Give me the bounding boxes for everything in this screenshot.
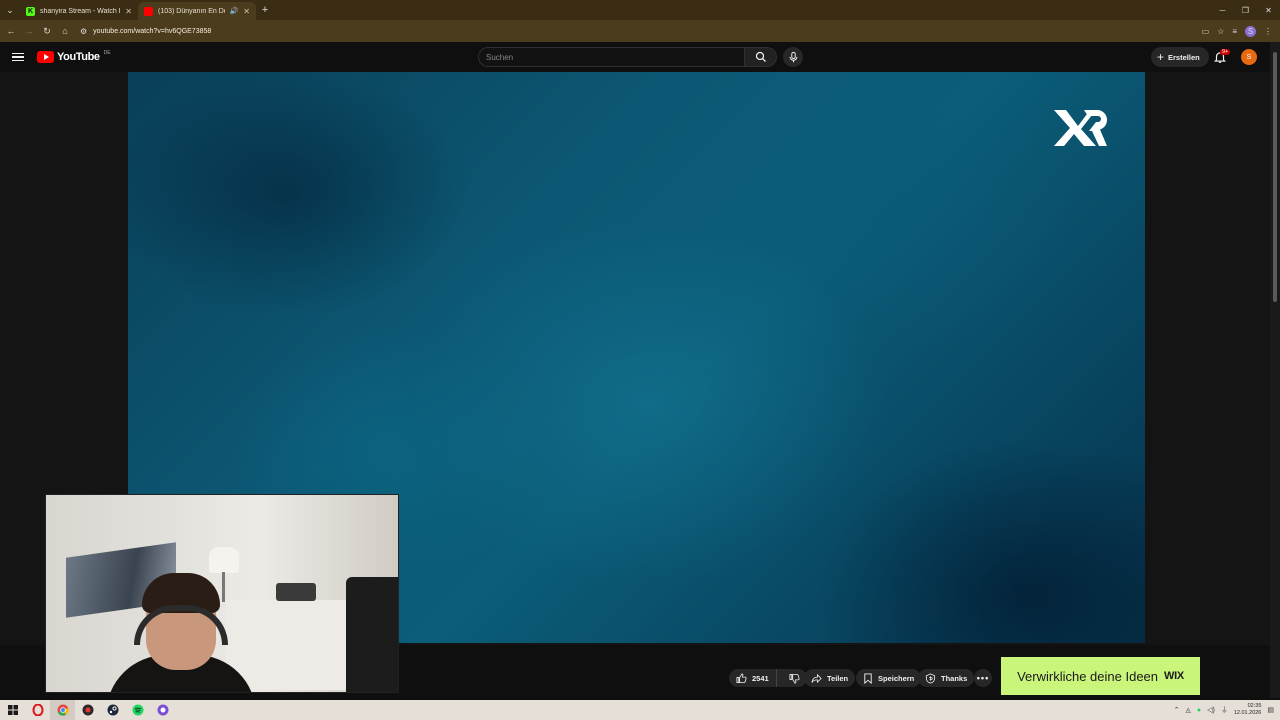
like-dislike-group: 2541 <box>729 669 807 687</box>
share-label: Teilen <box>827 673 849 683</box>
more-horizontal-icon: ••• <box>976 673 990 683</box>
steam-icon[interactable] <box>100 700 125 720</box>
tab-close-icon[interactable]: ✕ <box>243 7 250 16</box>
windows-taskbar: ⌃ ◬ ● ◁) ⏚ 02:35 12.01.2026 ▤ <box>0 700 1280 720</box>
webcam-shelf-items <box>276 583 316 601</box>
scrollbar-thumb[interactable] <box>1273 52 1277 302</box>
avatar[interactable]: S <box>1241 49 1257 65</box>
tab-youtube-video[interactable]: (103) Dünyanın En Derin N... 🔊 ✕ <box>138 2 256 20</box>
windows-start-icon[interactable] <box>0 700 25 720</box>
browser-tabstrip: ⌄ K shanyira Stream - Watch Live o ✕ (10… <box>0 0 1280 20</box>
youtube-play-icon <box>37 51 54 63</box>
url-text: youtube.com/watch?v=hv6QGE73858 <box>93 27 212 35</box>
thanks-button[interactable]: Thanks <box>918 669 975 687</box>
page-scrollbar[interactable] <box>1270 42 1280 698</box>
plus-icon: + <box>1157 50 1165 64</box>
system-tray: ⌃ ◬ ● ◁) ⏚ 02:35 12.01.2026 ▤ <box>1174 703 1280 717</box>
tab-search-icon[interactable]: ⌄ <box>0 0 20 20</box>
search-input[interactable] <box>478 47 745 67</box>
like-button[interactable]: 2541 <box>736 669 777 687</box>
clock-date: 12.01.2026 <box>1233 710 1262 716</box>
webcam-overlay <box>45 494 399 693</box>
browser-toolbar: ← → ↻ ⌂ ⚙ youtube.com/watch?v=hv6QGE7385… <box>0 20 1280 42</box>
dislike-button[interactable] <box>782 669 807 687</box>
volume-icon[interactable]: ◁) <box>1207 706 1215 714</box>
thumbs-up-icon <box>736 673 747 683</box>
forward-icon[interactable]: → <box>22 26 36 36</box>
like-count: 2541 <box>752 673 769 683</box>
youtube-logo[interactable]: YouTube DE <box>37 50 111 63</box>
extensions-icon[interactable]: ≡ <box>1232 27 1237 36</box>
audio-playing-icon[interactable]: 🔊 <box>230 7 239 15</box>
tab-title: shanyira Stream - Watch Live o <box>40 7 120 15</box>
new-tab-button[interactable]: + <box>256 4 274 16</box>
cast-icon[interactable]: ▭ <box>1202 27 1210 36</box>
webcam-lamp-stem <box>222 572 225 602</box>
thanks-label: Thanks <box>941 673 968 683</box>
browser-menu-icon[interactable]: ⋮ <box>1264 27 1272 36</box>
bookmark-star-icon[interactable]: ☆ <box>1217 27 1224 36</box>
save-button[interactable]: Speichern <box>856 669 922 687</box>
share-arrow-icon <box>811 673 822 683</box>
microphone-icon <box>789 51 797 62</box>
app-icon[interactable] <box>75 700 100 720</box>
search-box <box>478 47 803 67</box>
clock-time: 02:35 <box>1247 703 1262 709</box>
chrome-icon[interactable] <box>50 700 75 720</box>
search-button[interactable] <box>745 47 777 67</box>
thumbs-down-icon <box>789 673 800 683</box>
search-icon <box>755 51 766 62</box>
bookmark-icon <box>864 672 872 684</box>
create-button[interactable]: + Erstellen <box>1151 47 1209 67</box>
menu-icon[interactable] <box>12 52 24 62</box>
close-window-icon[interactable]: ✕ <box>1257 6 1280 15</box>
address-bar[interactable]: ⚙ youtube.com/watch?v=hv6QGE73858 <box>76 23 1198 39</box>
notification-badge: 9+ <box>1220 49 1231 55</box>
youtube-header: YouTube DE + Erstellen 9+ S <box>0 42 1280 72</box>
browser-profile-icon[interactable]: S <box>1245 25 1256 37</box>
back-icon[interactable]: ← <box>4 26 18 36</box>
tab-title: (103) Dünyanın En Derin N... <box>158 7 225 15</box>
home-icon[interactable]: ⌂ <box>58 26 72 36</box>
youtube-logo-text: YouTube <box>57 51 100 63</box>
create-label: Erstellen <box>1168 52 1200 62</box>
toolbar-actions: ▭ ☆ ≡ S ⋮ <box>1202 25 1276 37</box>
notification-center-icon[interactable]: ▤ <box>1267 706 1274 714</box>
app-icon[interactable] <box>150 700 175 720</box>
ad-brand-logo: WIX <box>1164 670 1184 682</box>
youtube-icon <box>144 6 153 16</box>
tray-app-icon[interactable]: ● <box>1197 707 1201 714</box>
opera-icon[interactable] <box>25 700 50 720</box>
system-clock[interactable]: 02:35 12.01.2026 <box>1234 703 1262 717</box>
voice-search-button[interactable] <box>783 47 803 67</box>
spotify-icon[interactable] <box>125 700 150 720</box>
site-info-icon[interactable]: ⚙ <box>80 27 87 36</box>
share-button[interactable]: Teilen <box>804 669 856 687</box>
kick-icon: K <box>26 6 35 16</box>
super-thanks-icon <box>925 672 936 684</box>
more-actions-button[interactable]: ••• <box>974 669 992 687</box>
usb-icon[interactable]: ⏚ <box>1221 705 1228 715</box>
tab-close-icon[interactable]: ✕ <box>125 7 132 16</box>
webcam-chair <box>346 577 398 692</box>
save-label: Speichern <box>878 673 915 683</box>
network-icon[interactable]: ◬ <box>1186 706 1191 714</box>
country-code: DE <box>103 50 111 56</box>
chevron-up-icon[interactable]: ⌃ <box>1174 706 1180 714</box>
maximize-icon[interactable]: ❐ <box>1234 6 1257 15</box>
xr-channel-logo <box>1054 110 1108 146</box>
tab-kick-stream[interactable]: K shanyira Stream - Watch Live o ✕ <box>20 2 138 20</box>
ad-banner[interactable]: Verwirkliche deine Ideen WIX <box>1001 657 1200 695</box>
reload-icon[interactable]: ↻ <box>40 26 54 37</box>
ad-text: Verwirkliche deine Ideen <box>1017 668 1159 684</box>
window-controls: ─ ❐ ✕ <box>1211 6 1280 15</box>
webcam-lamp <box>209 547 239 573</box>
minimize-icon[interactable]: ─ <box>1211 6 1234 15</box>
